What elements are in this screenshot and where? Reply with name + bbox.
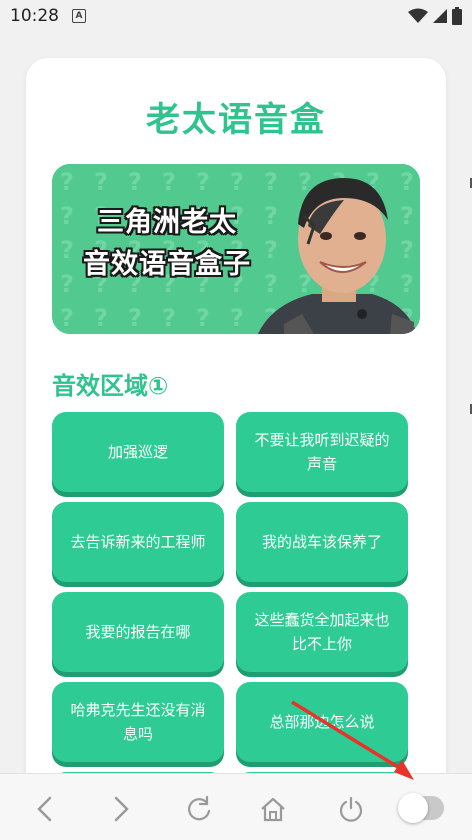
bottom-nav-bar bbox=[0, 773, 472, 840]
home-button[interactable] bbox=[256, 792, 290, 826]
wifi-icon bbox=[408, 8, 428, 23]
section-title: 音效区域① bbox=[52, 372, 169, 400]
sound-button[interactable]: 去告诉新来的工程师 bbox=[52, 502, 224, 582]
notification-icon: A bbox=[72, 9, 86, 23]
forward-icon bbox=[114, 796, 129, 822]
signal-icon bbox=[433, 9, 447, 23]
sound-button[interactable]: 加强巡逻 bbox=[52, 412, 224, 492]
status-icons bbox=[408, 7, 462, 25]
banner-text: 三角洲老太 音效语音盒子 bbox=[52, 202, 282, 286]
toggle-switch[interactable] bbox=[398, 793, 444, 823]
main-card: 老太语音盒 ? bbox=[26, 58, 446, 818]
status-time: 10:28 bbox=[10, 6, 59, 26]
sound-button[interactable]: 我的战车该保养了 bbox=[236, 502, 408, 582]
power-button[interactable] bbox=[334, 792, 368, 826]
refresh-icon bbox=[188, 795, 211, 821]
sound-button[interactable]: 我要的报告在哪 bbox=[52, 592, 224, 672]
page-title: 老太语音盒 bbox=[146, 100, 326, 140]
forward-button[interactable] bbox=[104, 792, 138, 826]
sound-button[interactable]: 总部那边怎么说 bbox=[236, 682, 408, 762]
status-bar: 10:28 A bbox=[0, 0, 472, 32]
power-icon bbox=[339, 796, 363, 822]
refresh-button[interactable] bbox=[182, 792, 216, 826]
banner: ? 三角洲老太 音效语音盒子 bbox=[52, 164, 420, 334]
sound-button-grid: 加强巡逻 不要让我听到迟疑的声音 去告诉新来的工程师 我的战车该保养了 我要的报… bbox=[52, 412, 412, 802]
back-button[interactable] bbox=[28, 792, 62, 826]
banner-line-1: 三角洲老太 bbox=[97, 207, 237, 238]
sound-button[interactable]: 这些蠢货全加起来也比不上你 bbox=[236, 592, 408, 672]
sound-button[interactable]: 哈弗克先生还没有消息吗 bbox=[52, 682, 224, 762]
home-icon bbox=[261, 797, 285, 822]
back-icon bbox=[37, 796, 52, 822]
battery-icon bbox=[452, 7, 462, 25]
sound-button[interactable]: 不要让我听到迟疑的声音 bbox=[236, 412, 408, 492]
toggle-knob bbox=[398, 793, 428, 823]
banner-line-2: 音效语音盒子 bbox=[83, 249, 251, 280]
